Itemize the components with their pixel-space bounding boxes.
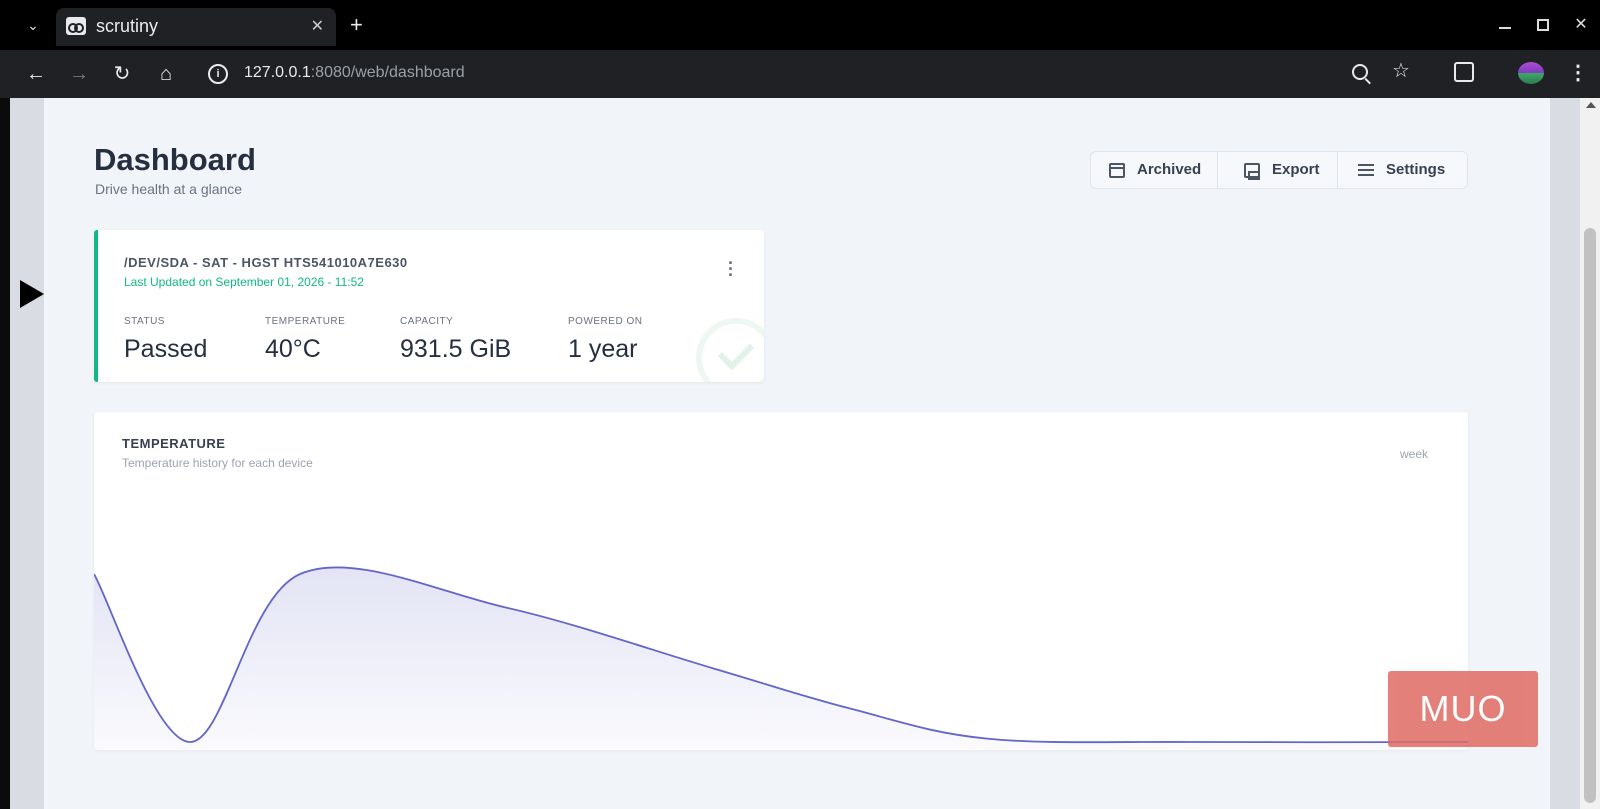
export-button[interactable]: Export — [1217, 152, 1337, 188]
header-button-group: Archived Export Settings — [1090, 151, 1468, 189]
stat-value: Passed — [124, 335, 208, 363]
stat-value: 40°C — [265, 335, 321, 363]
new-tab-button[interactable]: + — [350, 12, 363, 38]
address-bar[interactable]: i 127.0.0.1:8080/web/dashboard — [200, 56, 1410, 92]
stat-label: CAPACITY — [400, 316, 454, 327]
temperature-title: TEMPERATURE — [122, 436, 226, 451]
tab-close-icon[interactable]: ✕ — [311, 16, 324, 36]
scroll-up-arrow-icon[interactable] — [1586, 102, 1596, 108]
settings-label: Settings — [1386, 161, 1446, 178]
mouse-cursor-icon — [20, 280, 44, 308]
tab-title: scrutiny — [96, 16, 159, 36]
device-name: /DEV/SDA - SAT - HGST HTS541010A7E630 — [124, 255, 408, 270]
stat-label: TEMPERATURE — [265, 316, 346, 327]
url-host: 127.0.0.1 — [244, 64, 311, 81]
forward-arrow-icon[interactable]: → — [65, 60, 93, 88]
main-content: Dashboard Drive health at a glance Archi… — [44, 98, 1550, 809]
page-title: Dashboard — [94, 142, 256, 177]
stat-temperature: TEMPERATURE 40°C — [265, 316, 345, 364]
archive-icon — [1109, 163, 1125, 178]
stat-value: 931.5 GiB — [400, 335, 512, 363]
temperature-range-select[interactable]: week — [1400, 447, 1428, 461]
temperature-card: TEMPERATURE Temperature history for each… — [94, 412, 1468, 750]
save-icon — [1244, 163, 1260, 180]
device-last-updated: Last Updated on September 01, 2026 - 11:… — [124, 275, 364, 289]
window-maximize-button[interactable] — [1528, 12, 1558, 38]
window-close-button[interactable]: ✕ — [1566, 12, 1596, 38]
home-icon[interactable]: ⌂ — [152, 60, 180, 88]
stat-label: STATUS — [124, 316, 165, 327]
archived-button[interactable]: Archived — [1091, 152, 1217, 188]
export-label: Export — [1272, 161, 1320, 178]
page-scrollbar[interactable] — [1580, 98, 1600, 809]
browser-menu-icon[interactable]: ⋮ — [1568, 60, 1588, 85]
page-viewport: Dashboard Drive health at a glance Archi… — [10, 98, 1588, 809]
scrutiny-favicon-icon — [66, 17, 86, 35]
device-menu-icon[interactable]: · · · — [726, 254, 736, 284]
stat-status: STATUS Passed — [124, 316, 207, 364]
browser-tab[interactable]: scrutiny ✕ — [56, 8, 336, 46]
profile-avatar[interactable] — [1518, 62, 1544, 84]
stat-value: 1 year — [568, 335, 638, 363]
temperature-subtitle: Temperature history for each device — [122, 456, 313, 470]
url-text[interactable]: 127.0.0.1:8080/web/dashboard — [244, 64, 465, 82]
window-minimize-button[interactable] — [1490, 12, 1520, 38]
browser-tab-bar: ⌄ scrutiny ✕ + ✕ — [0, 0, 1600, 50]
browser-toolbar: ← → ↻ ⌂ i 127.0.0.1:8080/web/dashboard ☆… — [0, 50, 1600, 98]
url-path: :8080/web/dashboard — [310, 64, 465, 81]
site-info-icon[interactable]: i — [208, 64, 228, 84]
archived-label: Archived — [1137, 161, 1202, 178]
reload-icon[interactable]: ↻ — [108, 60, 136, 88]
back-arrow-icon[interactable]: ← — [22, 60, 50, 88]
scroll-thumb[interactable] — [1584, 228, 1596, 803]
extensions-icon[interactable] — [1454, 62, 1474, 82]
stat-label: POWERED ON — [568, 316, 643, 327]
stat-capacity: CAPACITY 931.5 GiB — [400, 316, 511, 364]
check-circle-icon — [696, 318, 764, 382]
sliders-icon — [1358, 163, 1374, 178]
settings-button[interactable]: Settings — [1337, 152, 1467, 188]
stat-powered-on: POWERED ON 1 year — [568, 316, 642, 364]
device-card[interactable]: /DEV/SDA - SAT - HGST HTS541010A7E630 La… — [94, 230, 764, 382]
zoom-icon[interactable] — [1352, 64, 1368, 80]
tab-search-chevron-icon[interactable]: ⌄ — [22, 14, 44, 36]
temperature-area — [94, 567, 1468, 750]
muo-watermark-logo: MUO — [1388, 671, 1538, 747]
page-subtitle: Drive health at a glance — [95, 181, 243, 197]
bookmark-star-icon[interactable]: ☆ — [1392, 58, 1410, 83]
